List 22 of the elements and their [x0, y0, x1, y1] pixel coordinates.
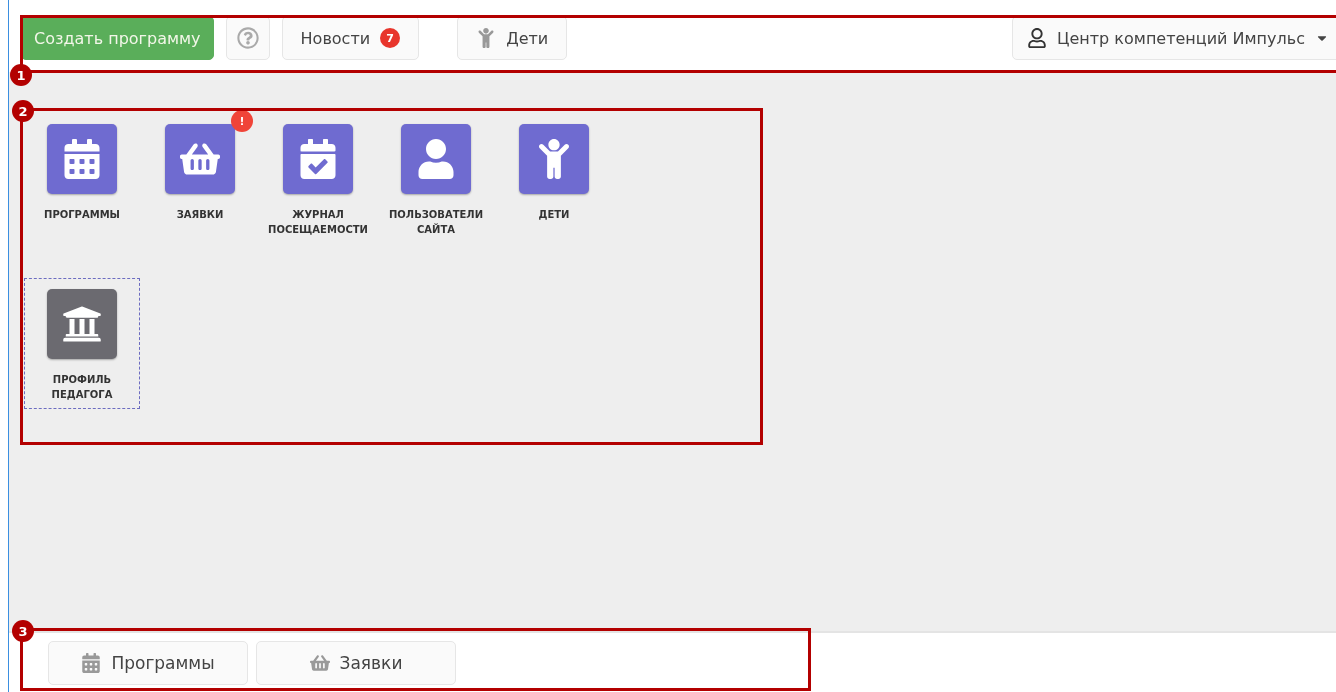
tile-label: ЖУРНАЛ ПОСЕЩАЕМОСТИ [268, 208, 368, 237]
tile-label: ПОЛЬЗОВАТЕЛИ САЙТА [388, 208, 484, 237]
children-button[interactable]: Дети [457, 16, 568, 60]
module-tile[interactable]: ЖУРНАЛ ПОСЕЩАЕМОСТИ [260, 113, 376, 244]
module-tile[interactable]: ДЕТИ [496, 113, 612, 244]
help-icon [236, 27, 259, 49]
quick-link-tab[interactable]: Программы [48, 640, 248, 685]
module-tile[interactable]: ЗАЯВКИ ! [142, 113, 258, 244]
tile-label: ПРОФИЛЬ ПЕДАГОГА [51, 373, 113, 402]
news-count-badge: 7 [380, 28, 401, 48]
tile-label: ПРОГРАММЫ [44, 208, 120, 222]
module-tile[interactable]: ПРОФИЛЬ ПЕДАГОГА [24, 278, 140, 409]
basket-icon [309, 652, 330, 673]
user-icon [1027, 28, 1048, 48]
module-tile[interactable]: ПОЛЬЗОВАТЕЛИ САЙТА [378, 113, 494, 244]
calendar-icon [81, 652, 102, 673]
tile-label: ЗАЯВКИ [176, 208, 224, 222]
account-menu[interactable]: Центр компетенций Импульс [1012, 16, 1336, 60]
quick-link-tab[interactable]: Заявки [256, 640, 456, 685]
help-button[interactable] [225, 16, 270, 60]
news-button[interactable]: Новости 7 [281, 16, 420, 60]
tile-label: ДЕТИ [538, 208, 570, 222]
